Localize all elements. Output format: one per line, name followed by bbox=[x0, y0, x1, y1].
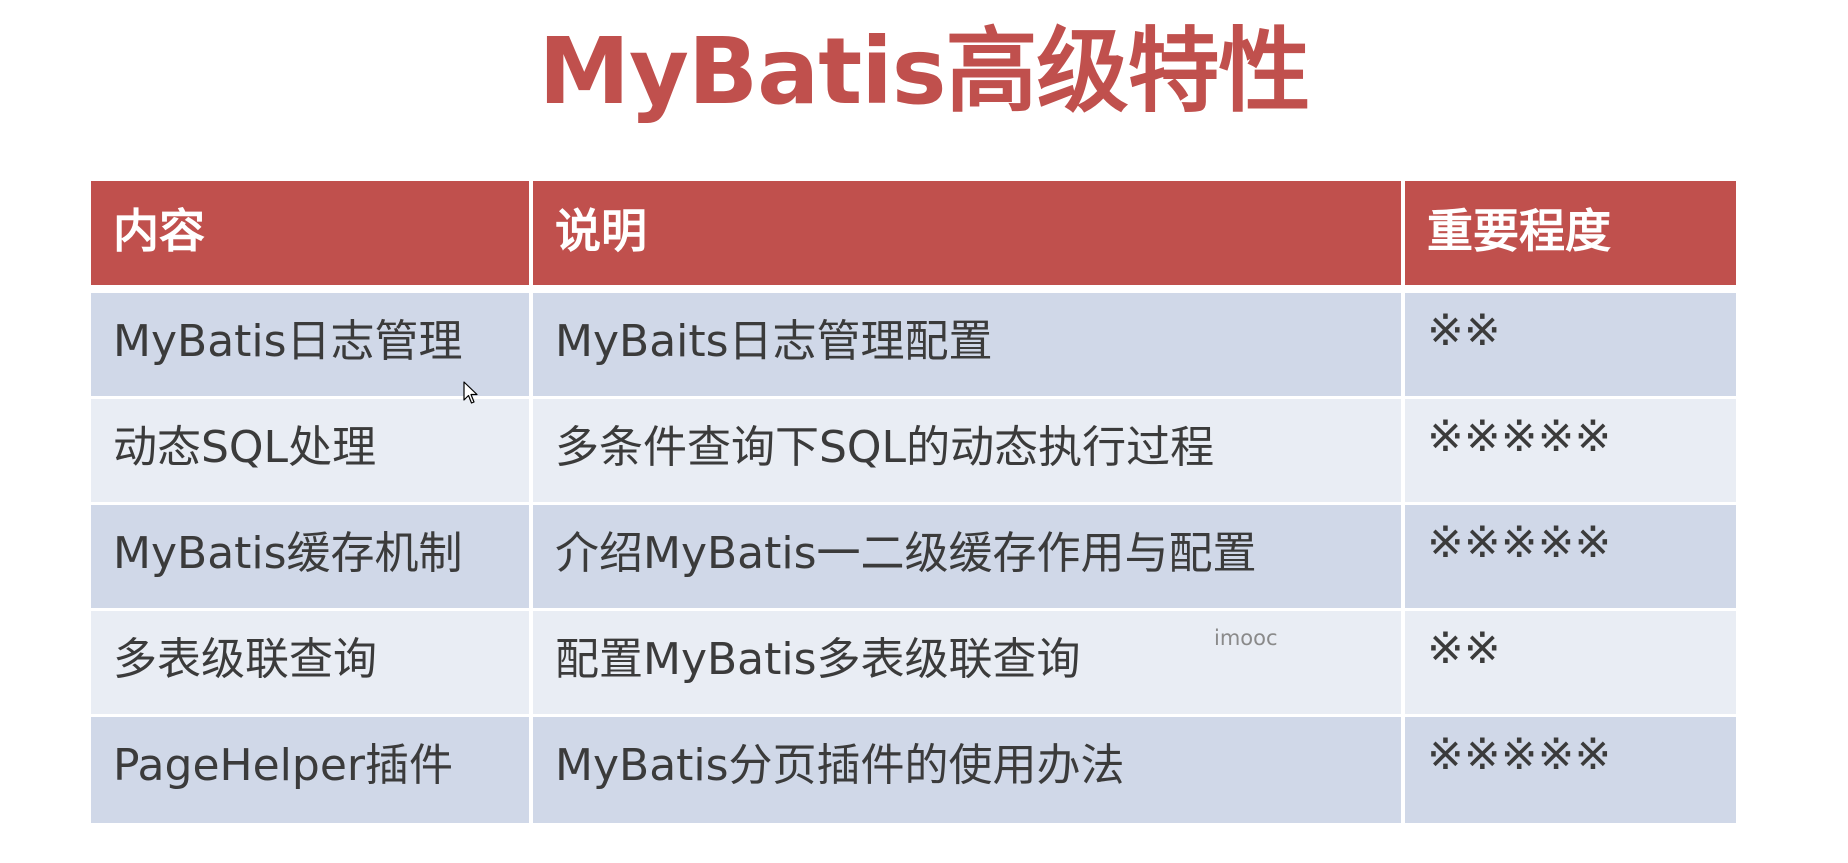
table-row: 动态SQL处理 多条件查询下SQL的动态执行过程 ※※※※※ bbox=[91, 399, 1736, 505]
cell-importance: ※※※※※ bbox=[1405, 399, 1736, 505]
table-row: PageHelper插件 MyBatis分页插件的使用办法 ※※※※※ bbox=[91, 717, 1736, 823]
cell-content: 动态SQL处理 bbox=[91, 399, 533, 505]
watermark: imooc bbox=[1214, 626, 1278, 650]
cell-content: PageHelper插件 bbox=[91, 717, 533, 823]
slide-title: MyBatis高级特性 bbox=[538, 18, 1310, 125]
cell-importance: ※※ bbox=[1405, 611, 1736, 717]
cell-description: 介绍MyBatis一二级缓存作用与配置 bbox=[533, 505, 1405, 611]
feature-table: 内容 说明 重要程度 MyBatis日志管理 MyBaits日志管理配置 ※※ … bbox=[91, 181, 1736, 823]
table-row: 多表级联查询 配置MyBatis多表级联查询 ※※ bbox=[91, 611, 1736, 717]
table-header-row: 内容 说明 重要程度 bbox=[91, 181, 1736, 293]
header-content: 内容 bbox=[91, 181, 533, 293]
cell-description: 多条件查询下SQL的动态执行过程 bbox=[533, 399, 1405, 505]
cell-importance: ※※ bbox=[1405, 293, 1736, 399]
cell-content: MyBatis缓存机制 bbox=[91, 505, 533, 611]
header-importance: 重要程度 bbox=[1405, 181, 1736, 293]
table-row: MyBatis日志管理 MyBaits日志管理配置 ※※ bbox=[91, 293, 1736, 399]
cell-content: 多表级联查询 bbox=[91, 611, 533, 717]
slide: MyBatis高级特性 内容 说明 重要程度 MyBatis日志管理 MyBai… bbox=[0, 0, 1848, 863]
cell-description: MyBatis分页插件的使用办法 bbox=[533, 717, 1405, 823]
cell-importance: ※※※※※ bbox=[1405, 505, 1736, 611]
mouse-pointer-icon bbox=[463, 381, 478, 404]
cell-importance: ※※※※※ bbox=[1405, 717, 1736, 823]
table-row: MyBatis缓存机制 介绍MyBatis一二级缓存作用与配置 ※※※※※ bbox=[91, 505, 1736, 611]
header-description: 说明 bbox=[533, 181, 1405, 293]
cell-description: MyBaits日志管理配置 bbox=[533, 293, 1405, 399]
